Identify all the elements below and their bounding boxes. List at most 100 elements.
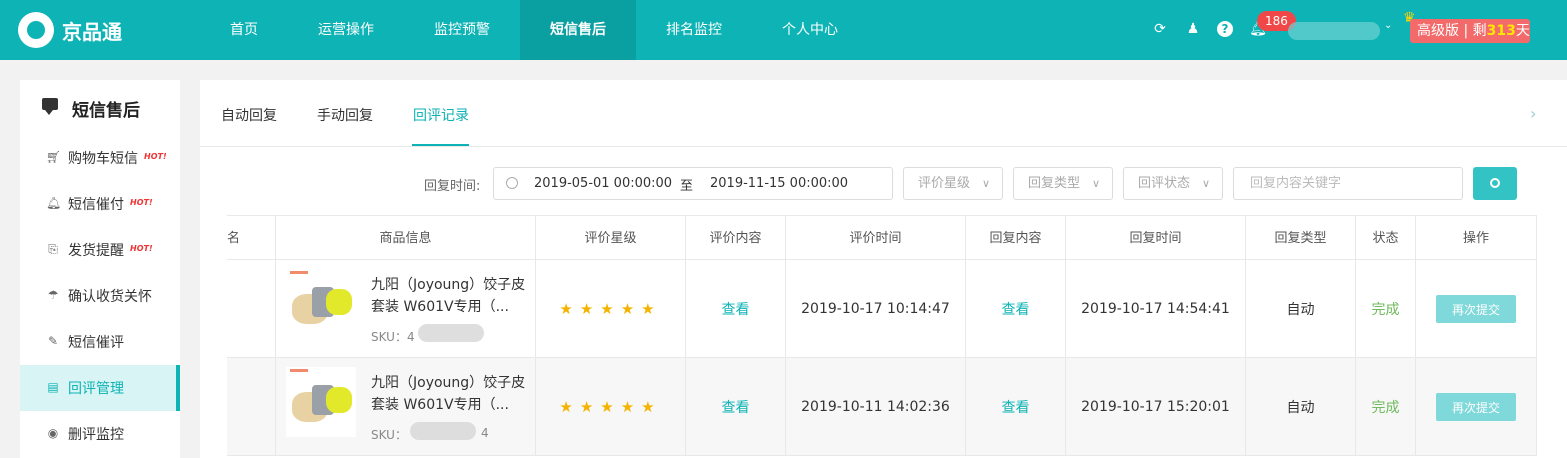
- cell-review-time: 2019-10-17 10:14:47: [786, 260, 966, 358]
- nav-operations[interactable]: 运营操作: [304, 0, 388, 60]
- review-status-placeholder: 回评状态: [1138, 176, 1191, 191]
- help-icon[interactable]: ?: [1217, 21, 1233, 37]
- table-row: 九阳（Joyoung）饺子皮套装 W601V专用（... SKU： 4 ★★★★…: [227, 358, 1537, 456]
- sidebar: 短信售后 🛒︎ 购物车短信 HOT! 🔔︎ 短信催付 HOT! ⎘ 发货提醒 H…: [20, 80, 180, 458]
- cell-reply-type: 自动: [1246, 358, 1356, 456]
- resubmit-button[interactable]: 再次提交: [1436, 393, 1516, 421]
- chevron-right-icon[interactable]: ›: [1530, 104, 1536, 123]
- view-review-link[interactable]: 查看: [722, 397, 750, 417]
- reply-type-select[interactable]: 回复类型 ∨: [1013, 167, 1113, 200]
- sidebar-item-review-management[interactable]: ▤ 回评管理: [20, 365, 180, 411]
- umbrella-icon: ☂: [47, 288, 59, 302]
- hot-badge: HOT!: [130, 198, 153, 207]
- chevron-down-icon[interactable]: ⌄: [1384, 20, 1392, 31]
- sidebar-item-label: 回评管理: [68, 381, 124, 397]
- cell-rating: ★★★★★: [536, 358, 686, 456]
- hot-badge: HOT!: [144, 152, 167, 161]
- sidebar-item-shipping-reminder[interactable]: ⎘ 发货提醒 HOT!: [20, 227, 180, 273]
- vip-suffix: 天: [1515, 23, 1530, 39]
- cell-reply-content: 查看: [966, 260, 1066, 358]
- sidebar-item-label: 发货提醒: [68, 243, 124, 259]
- edit-icon: ✎: [47, 334, 59, 348]
- vip-divider: |: [1463, 23, 1469, 39]
- product-image[interactable]: [286, 367, 356, 437]
- col-header-review-time: 评价时间: [786, 216, 966, 261]
- col-header-reply-time: 回复时间: [1066, 216, 1246, 261]
- vip-days: 313: [1486, 23, 1516, 39]
- sidebar-item-cart-sms[interactable]: 🛒︎ 购物车短信 HOT!: [20, 135, 180, 181]
- date-range-picker[interactable]: 2019-05-01 00:00:00 至 2019-11-15 00:00:0…: [493, 167, 893, 200]
- hot-badge: HOT!: [130, 244, 153, 253]
- refresh-icon[interactable]: ⟳: [1151, 20, 1169, 38]
- cell-reply-time: 2019-10-17 14:54:41: [1066, 260, 1246, 358]
- sku-suffix: 4: [481, 426, 489, 440]
- sku-label: SKU：: [371, 428, 407, 442]
- nav-monitoring-alerts[interactable]: 监控预警: [420, 0, 504, 60]
- clock-icon: [506, 177, 518, 189]
- view-reply-link[interactable]: 查看: [1002, 397, 1030, 417]
- product-name[interactable]: 九阳（Joyoung）饺子皮套装 W601V专用（...: [371, 372, 531, 416]
- view-reply-link[interactable]: 查看: [1002, 299, 1030, 319]
- view-review-link[interactable]: 查看: [722, 299, 750, 319]
- sidebar-item-label: 确认收货关怀: [68, 289, 152, 305]
- tab-manual-reply[interactable]: 手动回复: [317, 105, 373, 125]
- sidebar-item-receipt-care[interactable]: ☂ 确认收货关怀: [20, 273, 180, 319]
- chevron-down-icon: ∨: [1201, 177, 1210, 190]
- qq-icon[interactable]: ♟: [1184, 20, 1202, 38]
- sidebar-item-review-reminder[interactable]: ✎ 短信催评: [20, 319, 180, 365]
- star-rating: ★★★★★: [559, 300, 662, 318]
- cart-icon: 🛒︎: [46, 150, 62, 164]
- review-status-select[interactable]: 回评状态 ∨: [1123, 167, 1223, 200]
- nav-home[interactable]: 首页: [214, 0, 274, 60]
- product-name[interactable]: 九阳（Joyoung）饺子皮套装 W601V专用（...: [371, 274, 531, 318]
- chat-icon: [42, 98, 58, 115]
- nav-sms-aftersales[interactable]: 短信售后: [520, 0, 636, 60]
- sidebar-item-deleted-review-monitor[interactable]: ◉ 删评监控: [20, 411, 180, 457]
- vip-badge[interactable]: 高级版 | 剩313天: [1410, 19, 1530, 43]
- reply-type-placeholder: 回复类型: [1028, 176, 1081, 191]
- rating-select[interactable]: 评价星级 ∨: [903, 167, 1003, 200]
- sidebar-item-label: 短信催付: [68, 197, 124, 213]
- chevron-down-icon: ∨: [981, 177, 990, 190]
- top-navbar: 京品通 首页 运营操作 监控预警 短信售后 排名监控 个人中心 ⟳ ♟ ? 🔔︎…: [0, 0, 1567, 60]
- cell-review-time: 2019-10-11 14:02:36: [786, 358, 966, 456]
- col-header-product: 商品信息: [276, 216, 536, 261]
- date-separator: 至: [680, 179, 694, 194]
- product-image[interactable]: [286, 269, 356, 339]
- cell-reply-time: 2019-10-17 15:20:01: [1066, 358, 1246, 456]
- table-row: 九阳（Joyoung）饺子皮套装 W601V专用（... SKU：4 ★★★★★…: [227, 260, 1537, 358]
- keyword-input[interactable]: [1233, 167, 1463, 200]
- star-rating: ★★★★★: [559, 398, 662, 416]
- date-start[interactable]: 2019-05-01 00:00:00: [534, 176, 672, 191]
- col-header-status: 状态: [1356, 216, 1416, 261]
- nav-ranking-monitor[interactable]: 排名监控: [652, 0, 736, 60]
- logo-icon[interactable]: [18, 12, 54, 48]
- tab-auto-reply[interactable]: 自动回复: [221, 105, 277, 125]
- cell-product: 九阳（Joyoung）饺子皮套装 W601V专用（... SKU： 4: [276, 358, 536, 456]
- col-header-review-content: 评价内容: [686, 216, 786, 261]
- resubmit-button[interactable]: 再次提交: [1436, 295, 1516, 323]
- table-header: 名 商品信息 评价星级 评价内容 评价时间 回复内容 回复时间 回复类型 状态 …: [227, 215, 1537, 261]
- eye-icon: ◉: [47, 426, 59, 440]
- user-name[interactable]: [1288, 22, 1380, 40]
- cell-name: [227, 358, 276, 456]
- date-end[interactable]: 2019-11-15 00:00:00: [710, 176, 848, 191]
- cell-status: 完成: [1356, 260, 1416, 358]
- sku-redacted: [418, 324, 484, 342]
- sidebar-title: 短信售后: [72, 101, 140, 121]
- sidebar-header: 短信售后: [20, 80, 180, 135]
- col-header-name: 名: [227, 216, 276, 261]
- sidebar-item-payment-reminder[interactable]: 🔔︎ 短信催付 HOT!: [20, 181, 180, 227]
- main-panel: 自动回复 手动回复 回评记录 › 回复时间: 2019-05-01 00:00:…: [200, 80, 1567, 458]
- nav-personal-center[interactable]: 个人中心: [768, 0, 852, 60]
- rating-select-placeholder: 评价星级: [918, 176, 971, 191]
- review-records-table: 名 商品信息 评价星级 评价内容 评价时间 回复内容 回复时间 回复类型 状态 …: [227, 215, 1537, 458]
- cell-action: 再次提交: [1416, 358, 1537, 456]
- vip-remain-prefix: 剩: [1472, 23, 1487, 39]
- search-button[interactable]: [1473, 167, 1517, 200]
- col-header-reply-type: 回复类型: [1246, 216, 1356, 261]
- tab-review-records[interactable]: 回评记录: [413, 105, 469, 125]
- sidebar-item-label: 删评监控: [68, 427, 124, 443]
- app-name[interactable]: 京品通: [62, 16, 122, 45]
- sku-redacted: [410, 422, 476, 440]
